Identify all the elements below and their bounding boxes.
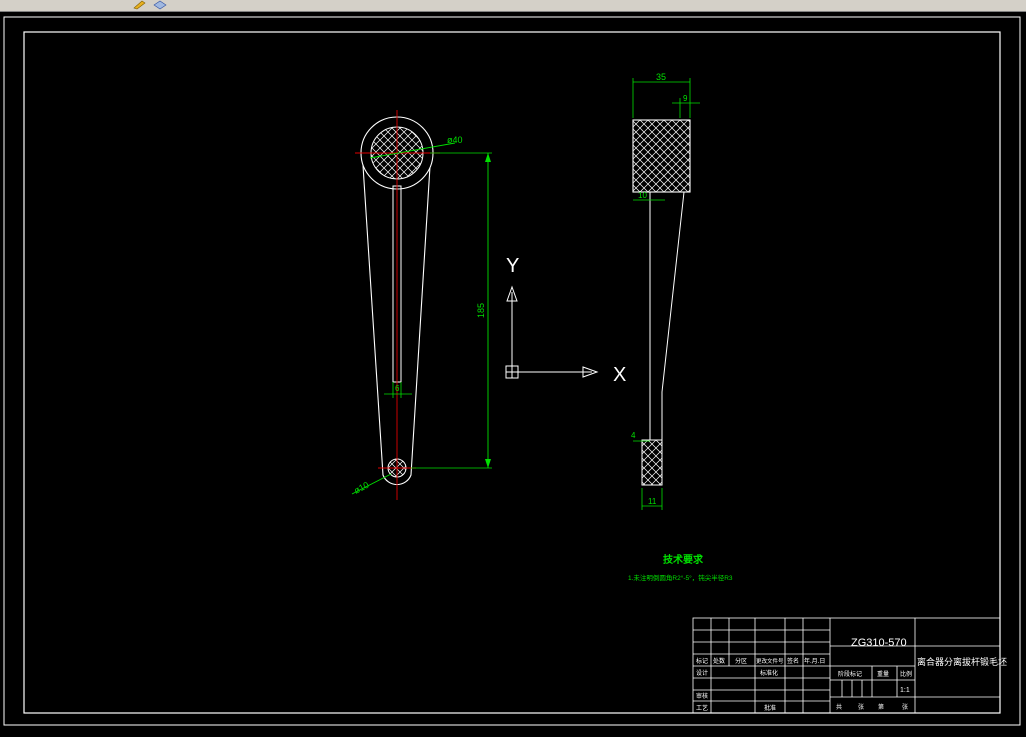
tb-role-designer: 设计 (696, 669, 708, 677)
tb-role-approve: 批准 (764, 704, 776, 712)
dim-neck-width: 10 (638, 191, 647, 200)
dim-bottom-diameter: ø10 (352, 480, 370, 496)
dim-center-distance: 185 (476, 303, 486, 318)
tb-part-name: 离合器分离拔杆锻毛坯 (917, 656, 1007, 667)
dim-top-diameter: ø40 (447, 135, 463, 145)
ucs-icon (505, 285, 599, 379)
dim-tip-width: 11 (648, 497, 657, 506)
tb-sheet-no: 第 (878, 703, 884, 711)
tb-weight-label: 重量 (877, 670, 889, 678)
pencil-icon[interactable] (132, 0, 148, 10)
tb-scale-label: 比例 (900, 670, 912, 678)
dim-tip-step: 4 (631, 431, 636, 440)
ucs-x-label: X (613, 364, 626, 386)
tb-sheet-total: 共 (836, 703, 842, 711)
tb-stage-label: 阶段标记 (838, 670, 862, 678)
cad-drawing: ø40 185 6 ø10 Y X 35 9 10 4 11 技术要求 1.未注… (3, 16, 1021, 726)
layers-icon[interactable] (152, 0, 168, 10)
drawing-canvas[interactable]: ø40 185 6 ø10 Y X 35 9 10 4 11 技术要求 1.未注… (0, 12, 1026, 732)
tb-header-date: 年.月.日 (804, 657, 825, 665)
tb-header-count: 处数 (713, 657, 725, 665)
tb-header-mark: 标记 (696, 657, 708, 665)
dim-slot-width: 6 (395, 384, 400, 393)
ucs-y-label: Y (506, 255, 519, 277)
tb-role-standard: 标准化 (760, 669, 778, 677)
notes-line-1: 1.未注明倒圆角R2°-5°，钝尖半径R3 (628, 573, 733, 582)
tb-role-process: 工艺 (696, 704, 708, 712)
tb-scale-value: 1:1 (900, 687, 910, 694)
tb-header-change-no: 更改文件号 (756, 657, 784, 665)
tb-sheet-unit2: 张 (902, 703, 908, 711)
tb-header-zone: 分区 (735, 657, 747, 665)
notes-title: 技术要求 (663, 553, 704, 566)
tb-role-checker: 审核 (696, 692, 708, 700)
tb-sheet-unit: 张 (858, 703, 864, 711)
side-view (632, 78, 700, 510)
toolbar (0, 0, 1026, 12)
dim-side-offset: 9 (683, 94, 688, 103)
front-view (351, 110, 492, 500)
tb-header-sign: 签名 (787, 657, 799, 665)
dim-side-width: 35 (656, 72, 666, 82)
tb-drawing-no: ZG310-570 (851, 637, 907, 649)
